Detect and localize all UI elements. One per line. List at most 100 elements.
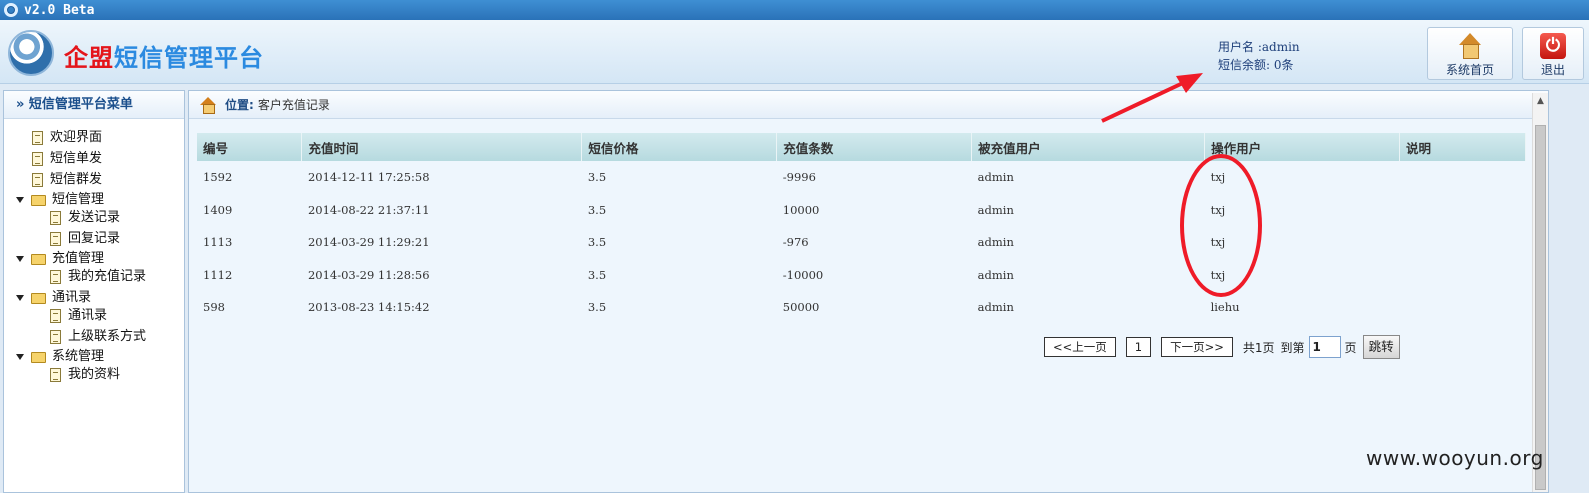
table-row: 1113 2014-03-29 11:29:21 3.5 -976 admin … [197,226,1526,259]
document-icon [32,173,43,187]
jump-button[interactable]: 跳转 [1362,335,1400,359]
home-button[interactable]: 系统首页 [1427,27,1513,80]
table-cell: 3.5 [587,235,607,250]
window-title: v2.0 Beta [24,2,95,18]
menu-item-contacts[interactable]: 通讯录 [50,307,107,325]
folder-icon [31,292,46,304]
table-cell: admin [977,235,1014,250]
home-icon [199,96,217,114]
exit-button-label: 退出 [1540,63,1565,77]
table-cell: 2013-08-23 14:15:42 [307,300,430,315]
table-row: 1592 2014-12-11 17:25:58 3.5 -9996 admin… [197,161,1526,194]
table-row: 1112 2014-03-29 11:28:56 3.5 -10000 admi… [197,259,1526,292]
menu-item-welcome[interactable]: 欢迎界面 [32,129,102,147]
scroll-up-icon[interactable]: ▲ [1533,93,1548,109]
exit-button[interactable]: ⏻ 退出 [1522,27,1584,80]
table-row: 1409 2014-08-22 21:37:11 3.5 10000 admin… [197,194,1526,227]
table-cell: 2014-03-29 11:29:21 [307,235,430,250]
logo-icon [8,30,54,76]
menu-item-superior-contact[interactable]: 上级联系方式 [50,328,146,346]
menu-item-reply-records[interactable]: 回复记录 [50,230,120,248]
menu-folder-contacts[interactable]: 通讯录 [16,289,91,307]
page-input[interactable]: 1 [1308,336,1341,358]
table-cell: 1592 [203,170,233,185]
menu-label: 短信单发 [50,151,103,166]
menu-item-single-sms[interactable]: 短信单发 [32,150,102,168]
folder-icon [31,253,46,265]
header: 企盟短信管理平台 用户名 :admin 短信余额: 0条 系统首页 ⏻ 退出 [0,20,1589,84]
table-cell: 10000 [782,202,820,217]
scrollbar-thumb[interactable] [1535,125,1546,490]
menu-folder-recharge[interactable]: 充值管理 [16,250,104,268]
page-number-button[interactable]: 1 [1125,337,1152,357]
menu-label: 我的资料 [68,367,121,382]
table-cell: admin [977,170,1014,185]
annotation-ellipse [1180,154,1262,297]
gear-icon [4,3,18,17]
table-cell: 3.5 [587,202,607,217]
document-icon [50,330,61,344]
sidebar-title: » 短信管理平台菜单 [4,91,184,119]
home-icon [1457,33,1483,59]
menu-label: 短信群发 [50,172,103,187]
table-cell: -10000 [782,267,824,282]
goto-label: 到第 [1280,340,1305,355]
menu-label: 短信管理 [52,192,105,207]
document-icon [32,131,43,145]
expand-arrow-icon[interactable] [16,354,24,360]
breadcrumb: 位置: 客户充值记录 [189,91,1548,119]
breadcrumb-prefix: 位置: [225,97,254,112]
menu-label: 我的充值记录 [68,269,147,284]
table-header-row: 编号 充值时间 短信价格 充值条数 被充值用户 操作用户 说明 [197,133,1526,161]
folder-icon [31,351,46,363]
home-button-label: 系统首页 [1445,63,1494,77]
menu-item-my-profile[interactable]: 我的资料 [50,366,120,384]
menu-folder-sms-manage[interactable]: 短信管理 [16,191,104,209]
power-icon: ⏻ [1540,33,1566,59]
document-icon [32,152,43,166]
document-icon [50,270,61,284]
brand-title: 企盟短信管理平台 [64,38,264,73]
table-cell: admin [977,300,1014,315]
column-header[interactable]: 被充值用户 [971,133,1206,161]
table-cell: 3.5 [587,170,607,185]
pagination: <<上一页 1 下一页>> 共1页 到第 1 页 跳转 [1044,335,1400,359]
table-cell: 3.5 [587,300,607,315]
table-cell [1400,259,1526,292]
column-header[interactable]: 充值时间 [301,133,583,161]
next-page-button[interactable]: 下一页>> [1161,337,1233,357]
table-cell: liehu [1210,300,1240,315]
table-cell [1400,161,1526,194]
menu-label: 回复记录 [68,231,121,246]
main-panel: 位置: 客户充值记录 编号 充值时间 短信价格 充值条数 被充值用户 操作用户 … [188,90,1549,493]
breadcrumb-current: 客户充值记录 [257,97,330,112]
brand-part2: 短信管理平台 [114,44,264,72]
column-header[interactable]: 说明 [1399,133,1526,161]
prev-page-button[interactable]: <<上一页 [1044,337,1116,357]
menu-folder-system[interactable]: 系统管理 [16,348,104,366]
expand-arrow-icon[interactable] [16,197,24,203]
menu-label: 充值管理 [52,251,105,266]
page-unit-label: 页 [1344,340,1357,355]
folder-icon [31,194,46,206]
column-header[interactable]: 短信价格 [581,133,778,161]
vertical-scrollbar[interactable]: ▲ [1532,93,1548,492]
total-pages-label: 共1页 [1242,340,1275,355]
balance-label: 短信余额: 0条 [1218,58,1294,72]
column-header[interactable]: 充值条数 [776,133,973,161]
expand-arrow-icon[interactable] [16,295,24,301]
menu-item-send-records[interactable]: 发送记录 [50,209,120,227]
table-cell: 598 [203,300,225,315]
table-cell: admin [977,202,1014,217]
expand-arrow-icon[interactable] [16,256,24,262]
title-bar: v2.0 Beta [0,0,1589,20]
menu-label: 系统管理 [52,349,105,364]
menu-label: 欢迎界面 [50,130,103,145]
table-cell [1400,291,1526,324]
menu-label: 上级联系方式 [68,329,147,344]
document-icon [50,309,61,323]
user-info: 用户名 :admin 短信余额: 0条 [1218,38,1300,74]
column-header[interactable]: 编号 [197,133,303,161]
menu-item-my-recharge[interactable]: 我的充值记录 [50,268,146,286]
menu-item-group-sms[interactable]: 短信群发 [32,171,102,189]
